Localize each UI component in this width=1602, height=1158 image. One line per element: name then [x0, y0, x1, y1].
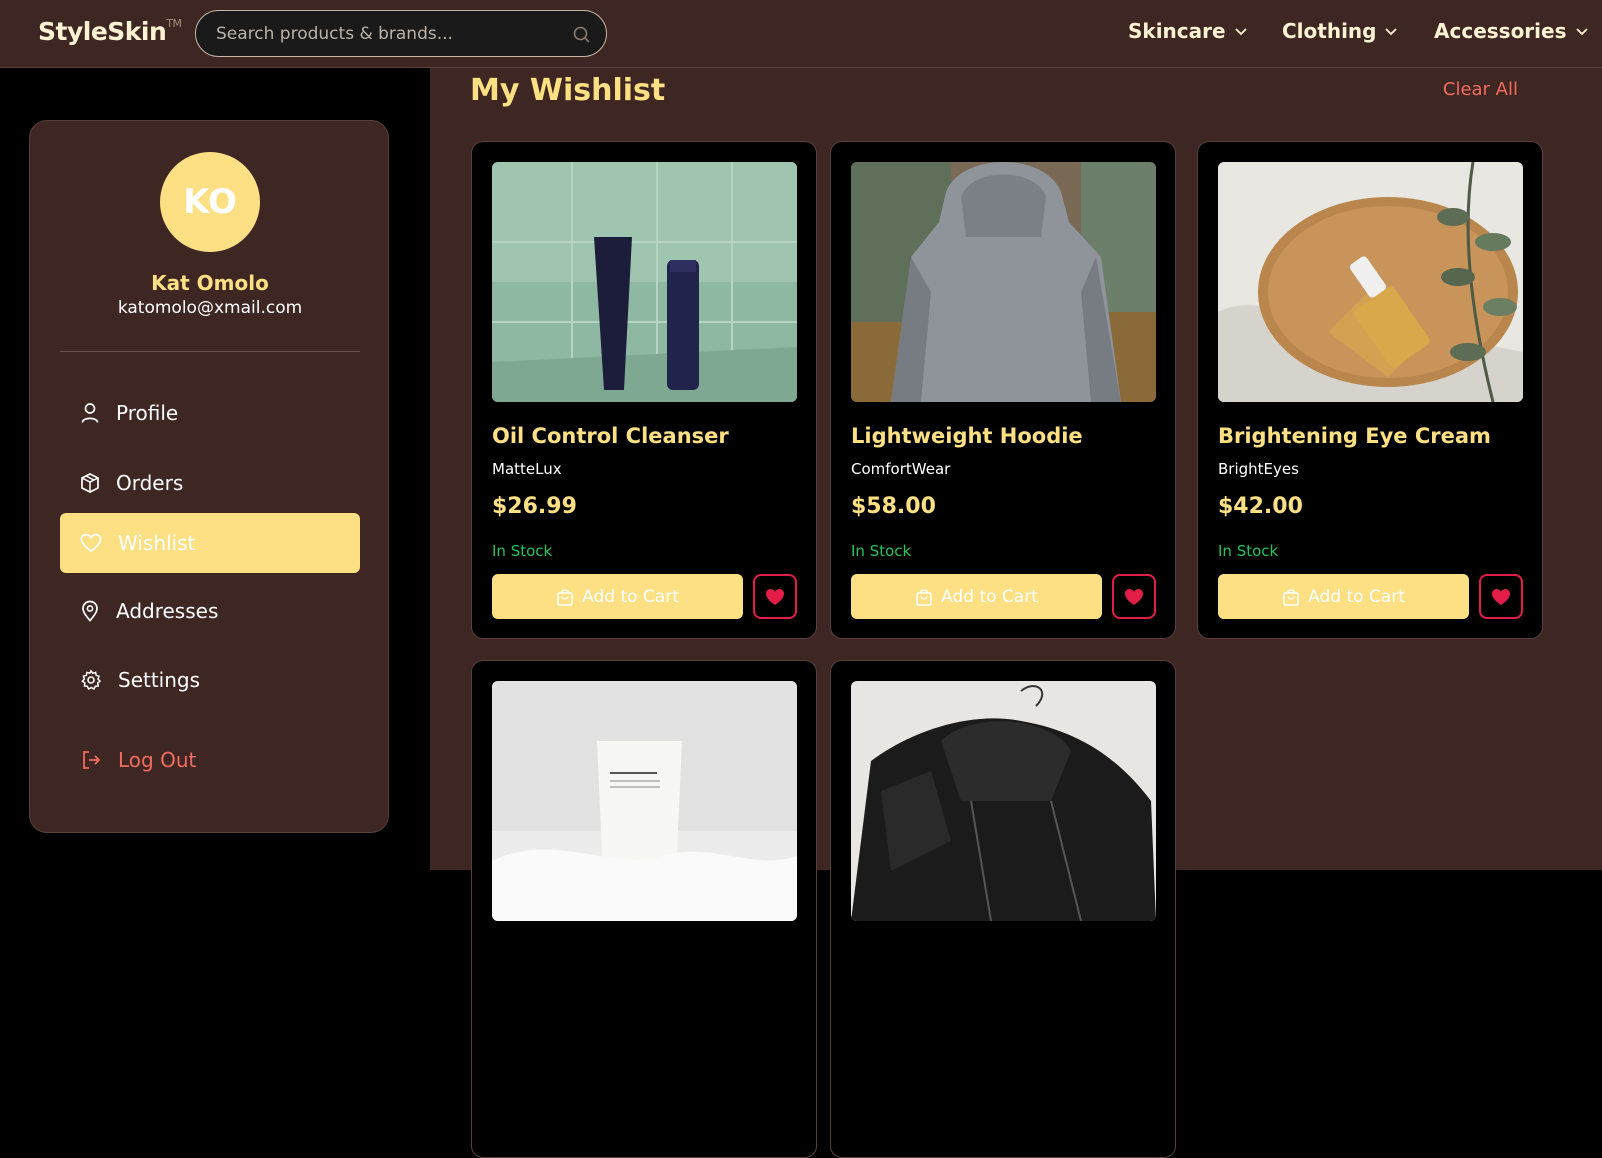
nav-skincare-label: Skincare: [1128, 19, 1226, 43]
sidebar-divider: [60, 351, 360, 352]
stock-status: In Stock: [492, 542, 553, 560]
sidebar-item-wishlist[interactable]: Wishlist: [60, 513, 360, 573]
user-name: Kat Omolo: [151, 271, 269, 295]
user-icon: [81, 403, 99, 423]
main-content: My Wishlist Clear All Oil Control Cleans…: [430, 68, 1602, 1158]
top-header: StyleSkinTM Skincare Clothing Accessorie…: [0, 0, 1602, 68]
nav-accessories[interactable]: Accessories: [1434, 19, 1589, 43]
sidebar-item-profile[interactable]: Profile: [60, 383, 360, 443]
sidebar-item-addresses[interactable]: Addresses: [60, 581, 360, 641]
wishlist-card: Oil Control Cleanser MatteLux $26.99 In …: [471, 141, 817, 639]
shopping-bag-icon: [916, 588, 932, 606]
remove-from-wishlist-button[interactable]: [1112, 574, 1156, 619]
add-to-cart-label: Add to Cart: [1308, 586, 1405, 607]
product-price: $42.00: [1218, 494, 1303, 519]
search-icon[interactable]: [572, 25, 592, 49]
sidebar-item-label: Addresses: [116, 599, 219, 623]
shopping-bag-icon: [557, 588, 573, 606]
avatar: KO: [160, 152, 260, 252]
chevron-down-icon: [1385, 28, 1398, 36]
sidebar-item-settings[interactable]: Settings: [60, 650, 360, 710]
clear-all-button[interactable]: Clear All: [1443, 79, 1518, 100]
add-to-cart-button[interactable]: Add to Cart: [1218, 574, 1469, 619]
nav-clothing-label: Clothing: [1282, 19, 1377, 43]
add-to-cart-button[interactable]: Add to Cart: [851, 574, 1102, 619]
sidebar-item-orders[interactable]: Orders: [60, 453, 360, 513]
chevron-down-icon: [1234, 28, 1247, 36]
product-brand: BrightEyes: [1218, 460, 1299, 478]
product-image-leather-jacket[interactable]: [851, 681, 1156, 921]
stock-status: In Stock: [851, 542, 912, 560]
sidebar-item-label: Profile: [116, 401, 179, 425]
product-price: $58.00: [851, 494, 936, 519]
remove-from-wishlist-button[interactable]: [1479, 574, 1523, 619]
sidebar-item-label: Log Out: [118, 748, 197, 772]
heart-filled-icon: [1125, 588, 1143, 605]
remove-from-wishlist-button[interactable]: [753, 574, 797, 619]
heart-icon: [80, 533, 102, 553]
heart-filled-icon: [766, 588, 784, 605]
logout-icon: [83, 751, 101, 769]
account-sidebar: KO Kat Omolo katomolo@xmail.com Profile …: [29, 120, 389, 833]
chevron-down-icon: [1575, 28, 1588, 36]
heart-filled-icon: [1492, 588, 1510, 605]
product-image-hoodie[interactable]: [851, 162, 1156, 402]
nav-clothing[interactable]: Clothing: [1282, 19, 1398, 43]
product-image-eye-cream[interactable]: [1218, 162, 1523, 402]
product-name[interactable]: Oil Control Cleanser: [492, 424, 729, 448]
search-input[interactable]: [216, 20, 556, 48]
product-name[interactable]: Brightening Eye Cream: [1218, 424, 1491, 448]
wishlist-card: [830, 660, 1176, 1158]
logo[interactable]: StyleSkinTM: [38, 17, 182, 46]
product-price: $26.99: [492, 494, 577, 519]
product-image-cleanser[interactable]: [492, 162, 797, 402]
add-to-cart-label: Add to Cart: [582, 586, 679, 607]
wishlist-card: [471, 660, 817, 1158]
box-icon: [81, 473, 99, 493]
gear-icon: [81, 669, 102, 691]
wishlist-card: Lightweight Hoodie ComfortWear $58.00 In…: [830, 141, 1176, 639]
product-name[interactable]: Lightweight Hoodie: [851, 424, 1083, 448]
sidebar-item-label: Wishlist: [118, 531, 196, 555]
sidebar-item-label: Settings: [118, 668, 201, 692]
add-to-cart-button[interactable]: Add to Cart: [492, 574, 743, 619]
user-email: katomolo@xmail.com: [117, 298, 303, 318]
product-image-body-lotion[interactable]: [492, 681, 797, 921]
page-title: My Wishlist: [470, 73, 666, 108]
product-brand: ComfortWear: [851, 460, 951, 478]
wishlist-card: Brightening Eye Cream BrightEyes $42.00 …: [1197, 141, 1543, 639]
add-to-cart-label: Add to Cart: [941, 586, 1038, 607]
sidebar-item-label: Orders: [116, 471, 184, 495]
stock-status: In Stock: [1218, 542, 1279, 560]
nav-skincare[interactable]: Skincare: [1128, 19, 1248, 43]
logo-trademark: TM: [166, 16, 182, 30]
sidebar-item-logout[interactable]: Log Out: [60, 730, 360, 790]
product-brand: MatteLux: [492, 460, 562, 478]
map-pin-icon: [82, 600, 98, 622]
shopping-bag-icon: [1283, 588, 1299, 606]
logo-text: StyleSkin: [38, 17, 167, 46]
search-bar: [195, 10, 607, 57]
nav-accessories-label: Accessories: [1434, 19, 1567, 43]
